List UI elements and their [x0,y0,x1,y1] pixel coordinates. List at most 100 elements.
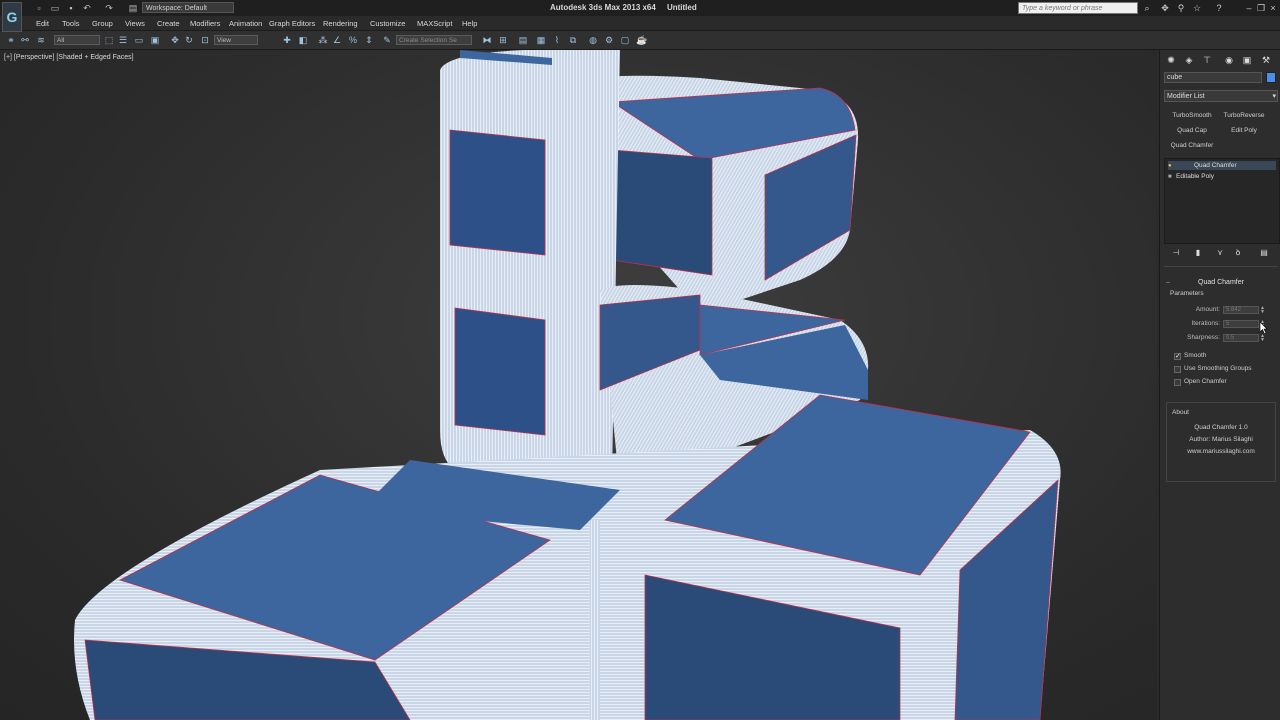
menu-rendering[interactable]: Rendering [323,19,358,28]
project-folder-icon[interactable]: ▤ [128,3,138,13]
sharpness-spinner-arrows[interactable]: ▲ ▼ [1260,334,1265,343]
app-logo-icon[interactable]: G [2,2,22,32]
display-tab-icon[interactable]: ▣ [1240,54,1254,66]
lightbulb-icon[interactable]: ● [1168,162,1174,171]
menu-group[interactable]: Group [92,19,113,28]
render-production-icon[interactable]: ☕ [636,35,647,45]
align-icon[interactable]: ⊞ [498,35,508,45]
amount-spinner-arrows[interactable]: ▲ ▼ [1260,306,1265,315]
amount-spinner-field[interactable]: 5.642 [1223,306,1259,314]
configure-modifier-sets-icon[interactable]: ▤ [1258,248,1270,258]
edit-named-selection-icon[interactable]: ✎ [382,35,392,45]
workspace-dropdown[interactable]: Workspace: Default [142,2,234,13]
rendered-frame-window-icon[interactable]: ▢ [620,35,630,45]
named-selection-dropdown[interactable]: Create Selection Se [396,35,472,45]
mouse-cursor-icon [1260,322,1268,334]
create-tab-icon[interactable]: ✺ [1164,54,1178,66]
graphite-ribbon-icon[interactable]: ▦ [536,35,546,45]
edit-poly-button[interactable]: Edit Poly [1220,125,1268,137]
close-icon[interactable]: × [1268,3,1278,13]
turbosmooth-button[interactable]: TurboSmooth [1168,110,1216,122]
search-input[interactable]: Type a keyword or phrase [1018,2,1138,14]
show-end-result-icon[interactable]: ▮ [1192,248,1204,258]
layer-manager-icon[interactable]: ▤ [518,35,528,45]
about-website-link[interactable]: www.mariussilaghi.com [1164,448,1278,455]
modifier-stack[interactable]: ● Quad Chamfer ■ Editable Poly [1164,158,1280,244]
restore-icon[interactable]: ❐ [1256,3,1266,13]
stack-item-quad-chamfer[interactable]: ● Quad Chamfer [1168,161,1276,170]
viewport-label[interactable]: [+] [Perspective] [Shaded + Edged Faces] [4,54,134,61]
title-bar: G ▫ ▭ ▪ ↶ ↷ ▤ Workspace: Default Autodes… [0,0,1280,32]
perspective-viewport[interactable]: [+] [Perspective] [Shaded + Edged Faces] [0,50,1157,720]
reference-coordinate-dropdown[interactable]: View [214,35,258,45]
menu-maxscript[interactable]: MAXScript [417,19,452,28]
curve-editor-icon[interactable]: ⌇ [552,35,562,45]
remove-modifier-icon[interactable]: ꝺ [1232,248,1244,258]
unlink-icon[interactable]: ⚯ [20,35,30,45]
menu-help[interactable]: Help [462,19,477,28]
menu-edit[interactable]: Edit [36,19,49,28]
search-binoculars-icon[interactable]: ⌕ [1142,3,1152,13]
schematic-view-icon[interactable]: ⧉ [568,35,578,45]
save-file-icon[interactable]: ▪ [66,3,76,13]
selection-filter-dropdown[interactable]: All [54,35,100,45]
minimize-icon[interactable]: – [1244,3,1254,13]
redo-icon[interactable]: ↷ [104,3,114,13]
menu-graph-editors[interactable]: Graph Editors [269,19,315,28]
make-unique-icon[interactable]: ⋎ [1214,248,1226,258]
quad-chamfer-button[interactable]: Quad Chamfer [1168,140,1216,152]
select-scale-icon[interactable]: ⊡ [200,35,210,45]
hierarchy-tab-icon[interactable]: ⊤ [1200,54,1214,66]
menu-animation[interactable]: Animation [229,19,262,28]
object-color-swatch[interactable] [1266,72,1276,83]
bind-space-warp-icon[interactable]: ≋ [36,35,46,45]
select-rotate-icon[interactable]: ↻ [184,35,194,45]
mirror-icon[interactable]: ⧓ [482,35,492,45]
menu-create[interactable]: Create [157,19,180,28]
snaps-toggle-icon[interactable]: ⁂ [318,35,328,45]
render-setup-icon[interactable]: ⚙ [604,35,614,45]
quad-cap-button[interactable]: Quad Cap [1168,125,1216,137]
open-chamfer-checkbox[interactable] [1174,379,1181,386]
communication-icon[interactable]: ⚲ [1176,3,1186,13]
material-editor-icon[interactable]: ◍ [588,35,598,45]
rect-selection-region-icon[interactable]: ▭ [134,35,144,45]
angle-snap-icon[interactable]: ∠ [332,35,342,45]
spinner-snap-icon[interactable]: ⇕ [364,35,374,45]
window-crossing-icon[interactable]: ▣ [150,35,160,45]
use-smoothing-groups-checkbox[interactable] [1174,366,1181,373]
percent-snap-icon[interactable]: % [348,35,358,45]
smooth-checkbox[interactable]: ✓ [1174,353,1181,360]
favorites-star-icon[interactable]: ☆ [1192,3,1202,13]
turboreverse-button[interactable]: TurboReverse [1220,110,1268,122]
menu-views[interactable]: Views [125,19,145,28]
open-file-icon[interactable]: ▭ [50,3,60,13]
undo-icon[interactable]: ↶ [82,3,92,13]
use-pivot-center-icon[interactable]: ✚ [282,35,292,45]
rollout-title[interactable]: – Quad Chamfer [1164,278,1278,288]
motion-tab-icon[interactable]: ◉ [1222,54,1236,66]
expand-icon[interactable]: ■ [1168,173,1174,182]
smooth-label: Smooth [1184,352,1207,359]
modifier-list-dropdown[interactable]: Modifier List ▾ [1164,90,1278,102]
iterations-spinner-field[interactable]: 5 [1223,320,1259,328]
help-icon[interactable]: ? [1214,3,1224,13]
sharpness-spinner-field[interactable]: 0.5 [1223,334,1259,342]
menu-customize[interactable]: Customize [370,19,405,28]
select-manipulate-icon[interactable]: ◧ [298,35,308,45]
utilities-tab-icon[interactable]: ⚒ [1259,54,1273,66]
column-mesh [440,50,620,490]
stack-item-editable-poly[interactable]: ■ Editable Poly [1168,172,1276,181]
link-icon[interactable]: ⚭ [6,35,16,45]
subscription-icon[interactable]: ✥ [1160,3,1170,13]
menu-modifiers[interactable]: Modifiers [190,19,220,28]
pin-stack-icon[interactable]: ⊣ [1170,248,1182,258]
new-file-icon[interactable]: ▫ [34,3,44,13]
object-name-field[interactable]: cube [1164,72,1262,83]
collapse-icon[interactable]: – [1166,278,1170,288]
select-by-name-icon[interactable]: ☰ [118,35,128,45]
menu-tools[interactable]: Tools [62,19,80,28]
select-object-icon[interactable]: ⬚ [104,35,114,45]
modify-tab-icon[interactable]: ◈ [1182,54,1196,66]
select-move-icon[interactable]: ✥ [170,35,180,45]
